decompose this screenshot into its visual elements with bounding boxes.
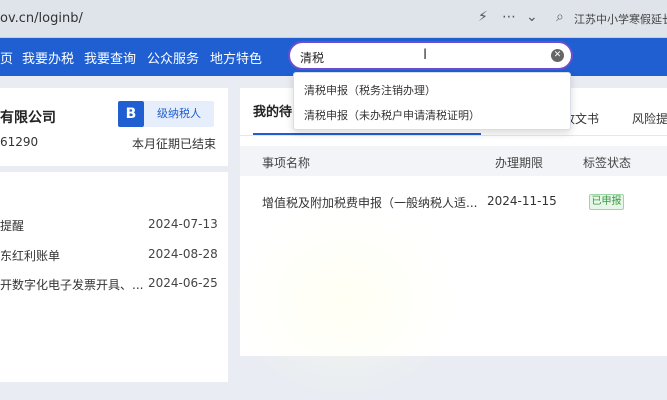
- list-item-date: 2024-07-13: [148, 217, 218, 231]
- suggestion-item[interactable]: 清税申报（税务注销办理）: [304, 82, 436, 98]
- nav-item-public-service[interactable]: 公众服务: [147, 48, 199, 67]
- account-card: 有限公司 61290 B 级纳税人 本月征期已结束: [0, 88, 228, 166]
- list-item-date: 2024-08-28: [148, 247, 218, 261]
- clear-icon[interactable]: ✕: [551, 49, 564, 62]
- nav-item-tax-handling[interactable]: 我要办税: [22, 48, 74, 67]
- nav-item-home[interactable]: 页: [0, 48, 13, 67]
- browser-search-text[interactable]: 江苏中小学寒假延长: [574, 11, 667, 27]
- list-item[interactable]: 提醒: [0, 217, 24, 234]
- table-header: 事项名称 办理期限 标签状态: [240, 146, 667, 176]
- nav-item-query[interactable]: 我要查询: [84, 48, 136, 67]
- credit-level-badge: B: [118, 101, 144, 127]
- search-suggestions: 清税申报（税务注销办理） 清税申报（未办税户申请清税证明）: [293, 72, 571, 130]
- period-status: 本月征期已结束: [132, 137, 217, 151]
- task-name[interactable]: 增值税及附加税费申报（一般纳税人适...: [262, 194, 477, 211]
- text-cursor-icon: I: [423, 47, 428, 63]
- tax-id: 61290: [0, 135, 39, 149]
- nav-item-local-features[interactable]: 地方特色: [210, 48, 262, 67]
- search-input[interactable]: 清税 I ✕: [288, 41, 573, 70]
- list-item[interactable]: 东红利账单: [0, 247, 60, 264]
- search-icon[interactable]: ⌕: [556, 9, 564, 25]
- tabs-divider: [240, 135, 667, 136]
- more-icon[interactable]: ⋯: [502, 9, 516, 25]
- browser-address-bar: ov.cn/loginb/ ⚡ ⋯ ⌄ ⌕ 江苏中小学寒假延长: [0, 0, 667, 38]
- column-header: 标签状态: [583, 156, 632, 170]
- list-item[interactable]: 开数字化电子发票开具、...: [0, 276, 143, 293]
- column-header: 事项名称: [262, 156, 311, 170]
- panel-title: 我的待: [253, 105, 293, 120]
- search-input-value[interactable]: 清税: [300, 49, 324, 66]
- chevron-down-icon[interactable]: ⌄: [526, 9, 538, 25]
- column-header: 办理期限: [495, 156, 544, 170]
- task-deadline: 2024-11-15: [487, 194, 557, 208]
- tab-risk[interactable]: 风险提: [632, 110, 667, 127]
- suggestion-item[interactable]: 清税申报（未办税户申请清税证明）: [304, 107, 480, 123]
- company-name: 有限公司: [0, 110, 56, 126]
- list-item-date: 2024-06-25: [148, 276, 218, 290]
- status-badge: 已申报: [589, 194, 624, 210]
- url-text[interactable]: ov.cn/loginb/: [0, 11, 83, 26]
- notice-list: 提醒 2024-07-13 东红利账单 2024-08-28 开数字化电子发票开…: [0, 172, 228, 382]
- lightning-icon[interactable]: ⚡: [478, 9, 488, 25]
- credit-level-tag: 级纳税人: [144, 101, 214, 127]
